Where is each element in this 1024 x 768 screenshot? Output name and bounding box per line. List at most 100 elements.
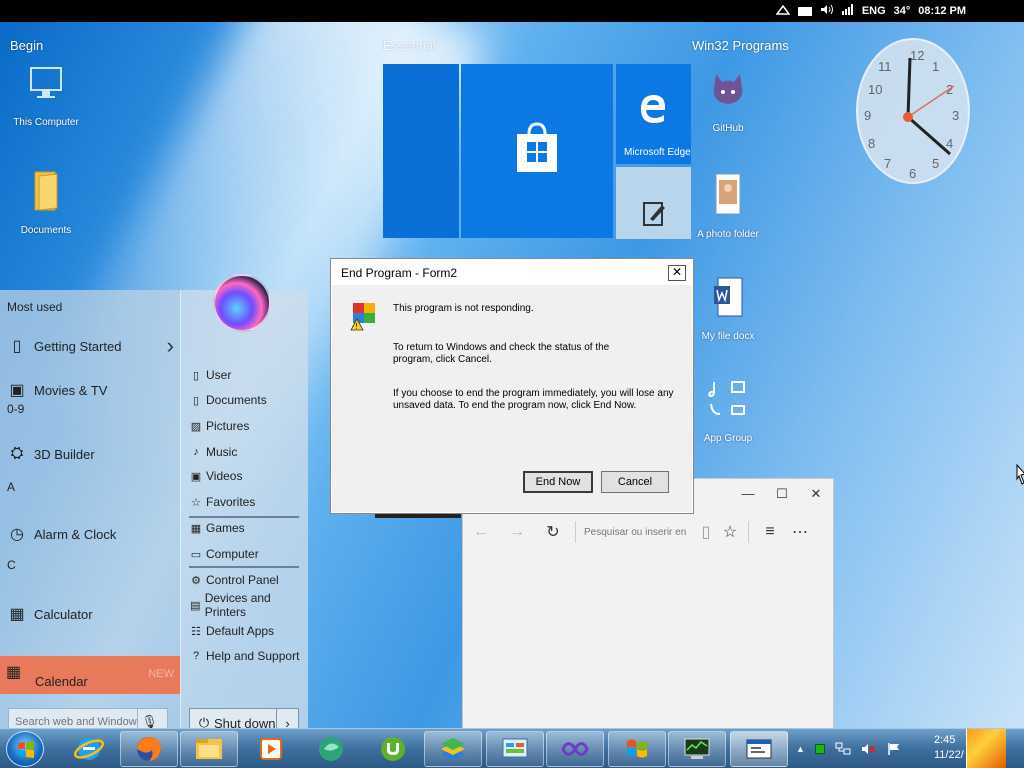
address-bar-input[interactable] [584,526,694,538]
start-item-getting-started[interactable]: ▯ Getting Started › [6,332,174,360]
microphone-icon[interactable]: 🎙 [137,709,161,728]
desktop-icon-app-group[interactable]: App Group [682,378,774,446]
task-manager-icon [684,738,710,759]
dialog-message-2: To return to Windows and check the statu… [393,342,610,365]
desktop-icon-label: GitHub [712,123,744,134]
desktop-icon-word-doc[interactable]: My file docx [682,276,774,344]
taskbar-media-player[interactable] [242,731,300,767]
wifi-icon[interactable] [775,4,791,18]
start-item-calculator[interactable]: ▦ Calculator [6,600,174,628]
start-link-computer[interactable]: ▭ Computer [189,543,305,565]
edge-browser-window[interactable]: + — ☐ ✕ ← → ↻ ▯ ☆ ≡ ⋯ [462,478,834,728]
start-search-box[interactable]: 🎙 [8,708,168,728]
maximize-button[interactable]: ☐ [767,483,797,505]
refresh-icon[interactable]: ↻ [535,522,571,542]
favorite-star-icon[interactable]: ☆ [718,522,742,542]
desktop-icon-github[interactable]: GitHub [682,68,774,136]
start-link-user[interactable]: ▯ User [189,364,305,386]
start-item-calendar[interactable]: ▦ Calendar NEW [0,656,180,694]
start-link-documents[interactable]: ▯ Documents [189,389,305,411]
taskbar-firefox[interactable] [120,731,178,767]
start-link-label: Control Panel [206,573,279,587]
start-item-alarm-clock[interactable]: ◷ Alarm & Clock [6,520,174,548]
pictures-icon: ▨ [190,420,202,433]
desktop-icon-label: My file docx [701,331,755,342]
search-input[interactable] [9,716,137,728]
group-header-numeric: 0-9 [7,402,25,416]
taskbar-windows-flag[interactable] [608,731,666,767]
svg-text:!: ! [356,322,358,331]
star-icon: ☆ [191,496,201,509]
start-link-default-apps[interactable]: ☷ Default Apps [189,620,305,642]
taskbar-form-window[interactable] [730,731,788,767]
utorrent-icon [381,737,405,761]
desktop-icon-this-computer[interactable]: This Computer [0,64,92,130]
taskbar-utorrent[interactable] [364,731,422,767]
dialog-titlebar[interactable]: End Program - Form2 ✕ [331,259,693,285]
shutdown-options-arrow[interactable]: › [276,709,298,728]
start-link-pictures[interactable]: ▨ Pictures [189,415,305,437]
taskbar: ▲ 2:45 11/22/ [0,728,1024,768]
start-link-favorites[interactable]: ☆ Favorites [189,491,305,513]
volume-icon[interactable] [820,4,834,18]
forward-arrow-icon[interactable]: → [499,523,535,541]
tile-blank[interactable] [383,64,459,238]
taskbar-file-explorer[interactable] [180,731,238,767]
taskbar-clock[interactable]: 2:45 11/22/ [934,733,964,763]
visual-studio-icon [561,742,589,756]
end-program-dialog: End Program - Form2 ✕ ! This program is … [330,258,694,514]
start-item-label: Alarm & Clock [34,526,117,542]
tile-notes[interactable] [616,167,691,239]
signal-icon[interactable] [841,4,854,18]
network-icon[interactable] [835,742,851,756]
desktop-icon-photo-folder[interactable]: A photo folder [682,172,774,242]
taskbar-control-panel[interactable] [486,731,544,767]
taskbar-camtasia[interactable] [302,731,360,767]
end-now-button[interactable]: End Now [523,471,593,493]
tray-expand-icon[interactable]: ▲ [796,744,805,754]
taskbar-bluestacks[interactable] [424,731,482,767]
start-item-3d-builder[interactable]: ⛭ 3D Builder [6,440,174,468]
user-avatar[interactable] [213,274,271,332]
reading-view-icon[interactable]: ▯ [694,522,718,542]
battery-icon[interactable] [797,6,812,16]
folder-icon [34,171,58,211]
taskbar-task-manager[interactable] [668,731,726,767]
language-indicator[interactable]: ENG [862,5,886,17]
tile-microsoft-edge[interactable]: Microsoft Edge [616,64,691,164]
cancel-button[interactable]: Cancel [601,471,669,493]
svg-text:11: 11 [878,59,892,74]
shutdown-button[interactable]: ⏻ Shut down › [189,708,299,728]
start-link-help-support[interactable]: ? Help and Support [189,645,305,667]
start-button[interactable] [6,731,44,767]
back-arrow-icon[interactable]: ← [463,523,499,541]
start-item-movies-tv[interactable]: ▣ Movies & TV [6,376,174,404]
svg-text:12: 12 [910,48,924,63]
tray-app-icon[interactable] [814,744,825,754]
temperature: 34° [893,5,911,17]
start-menu-right-pane: ▯ User ▯ Documents ▨ Pictures ♪ Music ▣ Video… [180,290,308,728]
start-link-music[interactable]: ♪ Music [189,441,305,463]
divider [748,521,749,543]
default-apps-icon: ☷ [191,625,201,638]
start-link-devices-printers[interactable]: ▤ Devices and Printers [189,591,305,619]
start-link-games[interactable]: ▦ Games [189,517,305,539]
volume-muted-icon[interactable] [861,742,877,756]
desktop-icon-documents[interactable]: Documents [0,170,92,238]
start-link-control-panel[interactable]: ⚙ Control Panel [189,569,305,591]
document-icon: ▯ [192,394,200,407]
dialog-close-button[interactable]: ✕ [668,265,686,281]
tile-store[interactable] [461,64,613,238]
hub-icon[interactable]: ≡ [755,523,785,541]
more-options-icon[interactable]: ⋯ [785,522,815,542]
action-center-flag-icon[interactable] [887,742,901,756]
tablet-icon: ▯ [12,338,22,355]
show-desktop-button[interactable] [966,729,1006,768]
taskbar-visual-studio[interactable] [546,731,604,767]
chevron-right-icon[interactable]: › [167,333,174,359]
close-button[interactable]: ✕ [801,483,831,505]
taskbar-internet-explorer[interactable] [60,731,118,767]
minimize-button[interactable]: — [733,483,763,505]
warning-program-icon: ! [350,303,375,331]
start-link-videos[interactable]: ▣ Videos [189,465,305,487]
